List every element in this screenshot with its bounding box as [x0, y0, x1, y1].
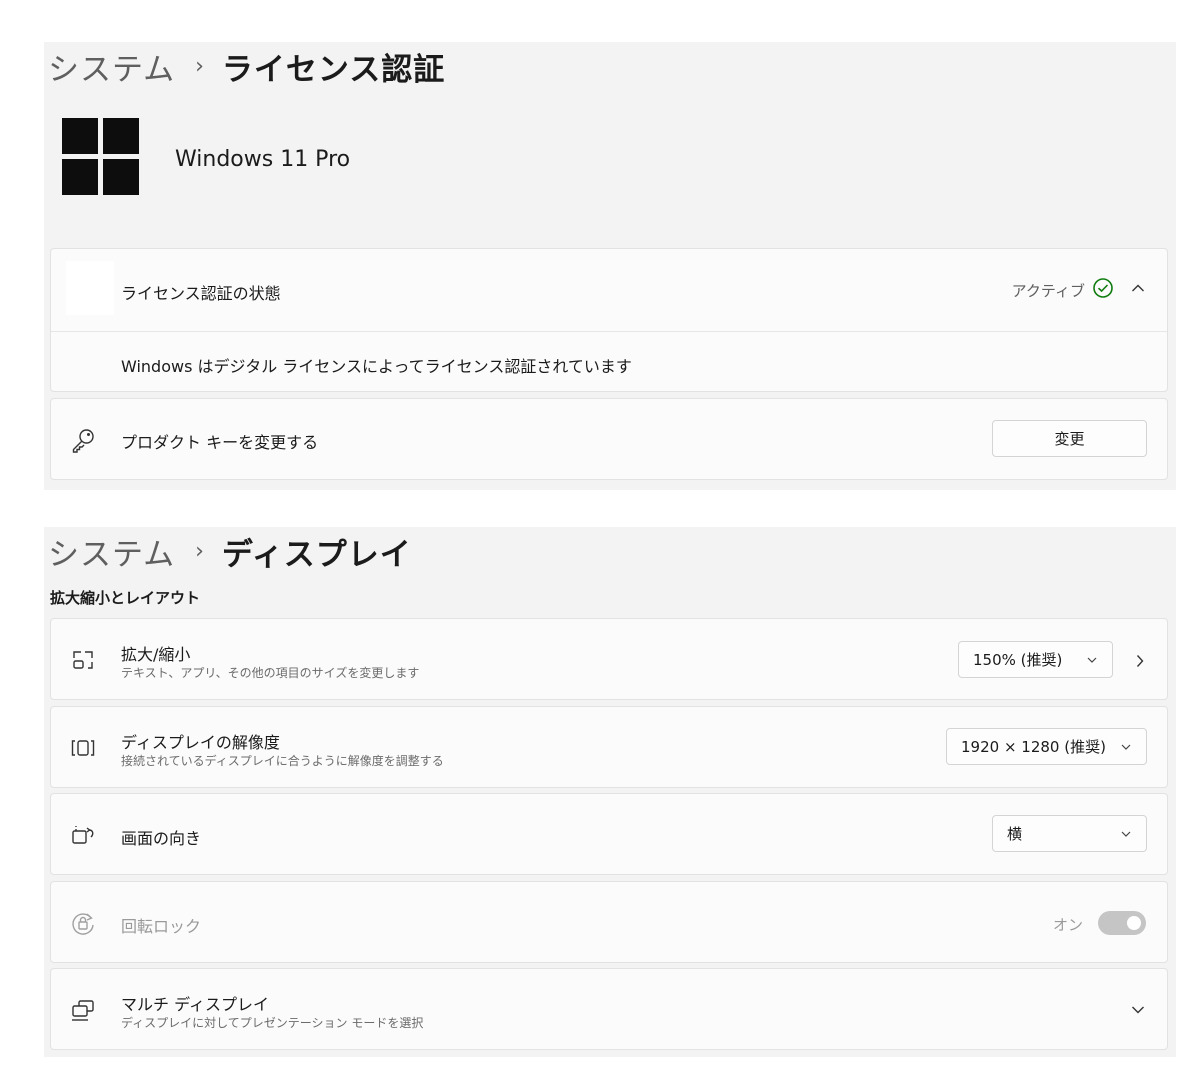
resolution-subtitle: 接続されているディスプレイに合うように解像度を調整する [121, 754, 444, 768]
orientation-icon [69, 821, 97, 849]
scale-subtitle: テキスト、アプリ、その他の項目のサイズを変更します [121, 666, 420, 680]
chevron-down-icon [1087, 657, 1097, 663]
key-icon [69, 426, 97, 454]
section-title: 拡大縮小とレイアウト [50, 589, 201, 607]
change-button[interactable]: 変更 [992, 420, 1147, 457]
resolution-dropdown[interactable]: 1920 × 1280 (推奨) [946, 728, 1147, 765]
chevron-down-icon [1121, 831, 1131, 837]
activation-icon-placeholder [66, 261, 114, 315]
activation-status-header[interactable]: ライセンス認証の状態 アクティブ [51, 249, 1167, 331]
toggle-knob [1127, 916, 1141, 930]
windows-logo-icon [62, 118, 139, 195]
multi-display-title: マルチ ディスプレイ [121, 995, 269, 1014]
multi-display-subtitle: ディスプレイに対してプレゼンテーション モードを選択 [121, 1016, 424, 1030]
chevron-down-icon[interactable] [1131, 1005, 1145, 1015]
resolution-title: ディスプレイの解像度 [121, 733, 280, 752]
display-settings-panel: システム › ディスプレイ 拡大縮小とレイアウト 拡大/縮小 テキスト、アプリ、… [44, 527, 1176, 1057]
product-name: Windows 11 Pro [175, 147, 351, 172]
scale-row[interactable]: 拡大/縮小 テキスト、アプリ、その他の項目のサイズを変更します 150% (推奨… [50, 618, 1168, 700]
page-title: ライセンス認証 [221, 52, 446, 88]
rotation-lock-state-label: オン [1052, 916, 1083, 934]
orientation-row: 画面の向き 横 [50, 793, 1168, 875]
license-settings-panel: システム › ライセンス認証 Windows 11 Pro ライセンス認証の状態… [44, 42, 1176, 490]
scale-icon [69, 646, 97, 674]
breadcrumb-separator: › [195, 54, 204, 79]
orientation-dropdown[interactable]: 横 [992, 815, 1147, 852]
rotation-lock-title: 回転ロック [121, 917, 202, 936]
multi-display-icon [69, 996, 97, 1024]
change-product-key-card: プロダクト キーを変更する 変更 [50, 398, 1168, 480]
multi-display-row[interactable]: マルチ ディスプレイ ディスプレイに対してプレゼンテーション モードを選択 [50, 968, 1168, 1050]
scale-dropdown[interactable]: 150% (推奨) [958, 641, 1113, 678]
breadcrumb: システム › ライセンス認証 [48, 44, 445, 89]
orientation-dropdown-value: 横 [1007, 825, 1023, 843]
rotation-lock-toggle[interactable] [1098, 911, 1146, 935]
page-title: ディスプレイ [221, 537, 412, 573]
breadcrumb: システム › ディスプレイ [48, 529, 412, 574]
activation-detail-text: Windows はデジタル ライセンスによってライセンス認証されています [121, 357, 632, 376]
chevron-down-icon [1121, 744, 1131, 750]
divider [51, 331, 1167, 332]
resolution-icon [69, 734, 97, 762]
breadcrumb-separator: › [195, 539, 204, 564]
resolution-dropdown-value: 1920 × 1280 (推奨) [961, 738, 1106, 756]
activation-status-card: ライセンス認証の状態 アクティブ Windows はデジタル ライセンスによって… [50, 248, 1168, 392]
orientation-title: 画面の向き [121, 829, 202, 848]
check-circle-icon [1093, 278, 1113, 298]
chevron-right-icon[interactable] [1135, 654, 1145, 668]
activation-status-label: ライセンス認証の状態 [121, 284, 281, 303]
change-product-key-label: プロダクト キーを変更する [121, 433, 319, 452]
scale-title: 拡大/縮小 [121, 645, 191, 664]
breadcrumb-root[interactable]: システム [48, 44, 175, 89]
scale-dropdown-value: 150% (推奨) [973, 651, 1063, 669]
rotation-lock-icon [69, 909, 97, 937]
breadcrumb-root[interactable]: システム [48, 529, 175, 574]
activation-status-value: アクティブ [1011, 282, 1085, 300]
chevron-up-icon[interactable] [1131, 283, 1145, 293]
change-button-label: 変更 [1054, 430, 1085, 448]
resolution-row: ディスプレイの解像度 接続されているディスプレイに合うように解像度を調整する 1… [50, 706, 1168, 788]
rotation-lock-row: 回転ロック オン [50, 881, 1168, 963]
